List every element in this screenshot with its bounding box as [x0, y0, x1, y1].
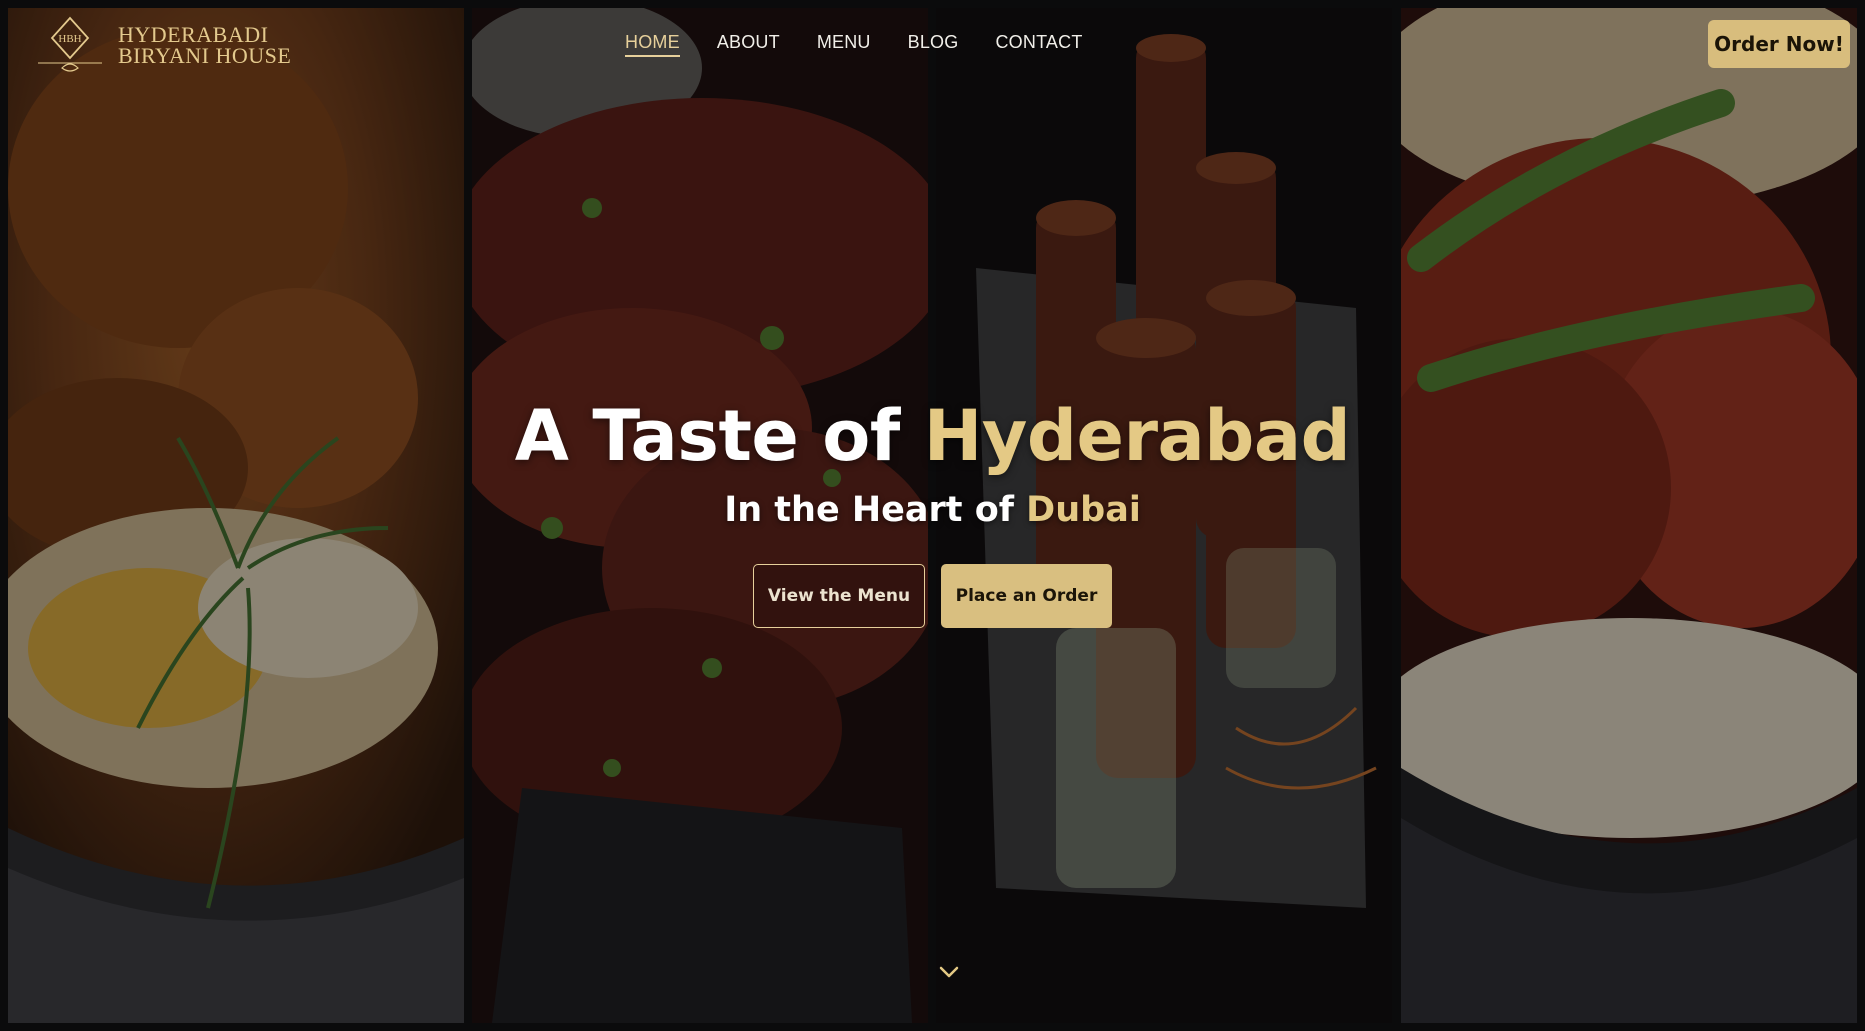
subheadline-prefix: In the Heart of: [724, 490, 1027, 530]
nav-menu[interactable]: MENU: [817, 32, 871, 57]
logo-monogram: HBH: [58, 33, 81, 45]
hero-subheadline: In the Heart of Dubai: [0, 490, 1865, 530]
nav-blog[interactable]: BLOG: [908, 32, 959, 57]
hero-section: HBH HYDERABADI BIRYANI HOUSE HOME ABOUT …: [0, 0, 1865, 1031]
order-now-button[interactable]: Order Now!: [1708, 20, 1850, 68]
headline-prefix: A Taste of: [514, 395, 924, 477]
subheadline-highlight: Dubai: [1026, 490, 1141, 530]
logo-diamond-icon: HBH: [38, 16, 102, 72]
main-nav: HOME ABOUT MENU BLOG CONTACT: [625, 32, 1083, 57]
nav-contact[interactable]: CONTACT: [995, 32, 1082, 57]
nav-home[interactable]: HOME: [625, 32, 680, 57]
brand-logo[interactable]: HBH HYDERABADI BIRYANI HOUSE: [34, 16, 291, 74]
view-menu-button[interactable]: View the Menu: [753, 564, 925, 628]
hero-cta-group: View the Menu Place an Order: [753, 564, 1112, 628]
hero-headline: A Taste of Hyderabad: [0, 395, 1865, 477]
chevron-down-icon[interactable]: [938, 964, 960, 980]
place-order-button[interactable]: Place an Order: [941, 564, 1112, 628]
brand-name-line1: HYDERABADI: [118, 22, 269, 47]
headline-highlight: Hyderabad: [923, 395, 1351, 477]
brand-name-line2: BIRYANI HOUSE: [118, 43, 292, 68]
nav-about[interactable]: ABOUT: [717, 32, 780, 57]
brand-name: HYDERABADI BIRYANI HOUSE: [118, 22, 292, 68]
